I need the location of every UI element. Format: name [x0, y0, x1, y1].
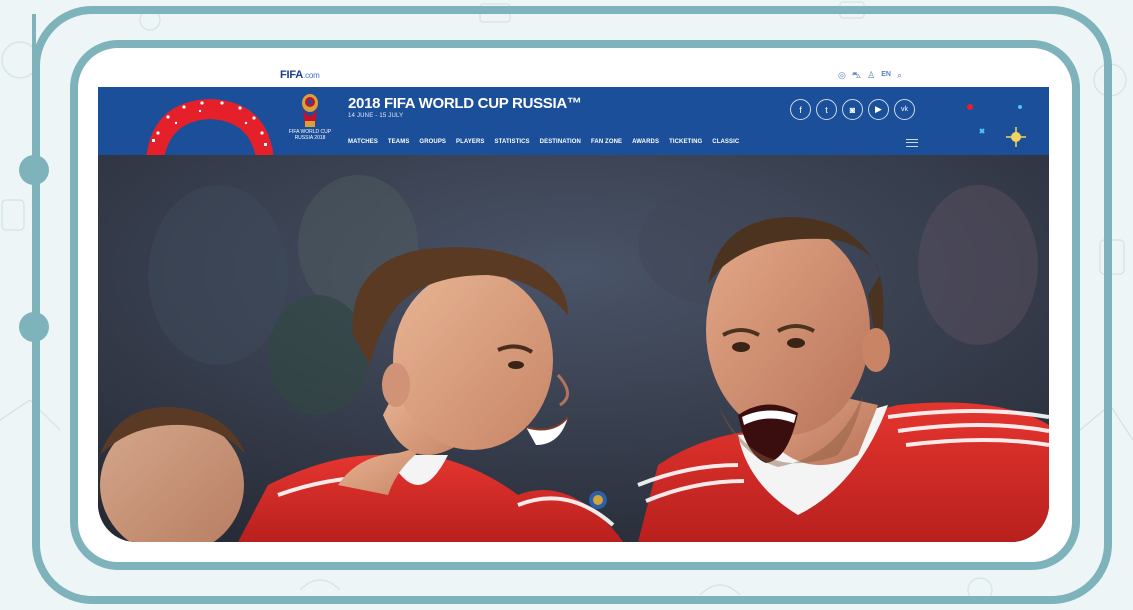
- nav-item-classic[interactable]: CLASSIC: [712, 139, 739, 145]
- decorative-stars: [967, 104, 1026, 147]
- cart-icon[interactable]: ⛍: [852, 69, 861, 81]
- nav-item-ticketing[interactable]: TICKETING: [669, 139, 702, 145]
- fifa-com-logo[interactable]: FIFA.com: [280, 69, 320, 81]
- nav-item-awards[interactable]: AWARDS: [632, 139, 659, 145]
- frame-connector: [32, 14, 36, 155]
- nav-item-destination[interactable]: DESTINATION: [540, 139, 581, 145]
- nav-item-players[interactable]: PLAYERS: [456, 139, 485, 145]
- fifa-logo-suffix: .com: [303, 71, 320, 80]
- nav-item-statistics[interactable]: STATISTICS: [495, 139, 530, 145]
- language-selector[interactable]: EN: [881, 69, 891, 81]
- nav-item-matches[interactable]: MATCHES: [348, 139, 378, 145]
- trophy-emblem-icon: [302, 94, 318, 127]
- world-cup-emblem[interactable]: FIFA WORLD CUP RUSSIA 2018: [284, 93, 336, 149]
- nav-item-teams[interactable]: TEAMS: [388, 139, 410, 145]
- nav-item-groups[interactable]: GROUPS: [419, 139, 446, 145]
- instagram-icon[interactable]: ◙: [842, 99, 863, 120]
- frame-dot-top: [19, 155, 49, 185]
- hero-photo: [98, 155, 1049, 542]
- search-icon[interactable]: ⌕: [897, 69, 902, 81]
- emblem-caption: FIFA WORLD CUP RUSSIA 2018: [288, 129, 332, 141]
- frame-dot-bottom: [19, 312, 49, 342]
- top-utility-bar: FIFA.com ◎ ⛍ ♙ EN ⌕: [98, 65, 1049, 87]
- user-icon[interactable]: ♙: [867, 69, 875, 81]
- twitter-icon[interactable]: t: [816, 99, 837, 120]
- celebrating-players-image: [98, 155, 1049, 542]
- youtube-icon[interactable]: ▶: [868, 99, 889, 120]
- globe-icon[interactable]: ◎: [838, 69, 846, 81]
- website-screen: FIFA.com ◎ ⛍ ♙ EN ⌕ FIFA WORLD CUP RUSSI…: [98, 65, 1049, 542]
- main-navigation: MATCHES TEAMS GROUPS PLAYERS STATISTICS …: [348, 139, 739, 145]
- vk-icon[interactable]: vk: [894, 99, 915, 120]
- site-header: FIFA WORLD CUP RUSSIA 2018 2018 FIFA WOR…: [98, 87, 1049, 159]
- page-title: 2018 FIFA WORLD CUP RUSSIA™: [348, 95, 582, 112]
- fifa-logo-text: FIFA: [280, 69, 304, 81]
- nav-item-fan-zone[interactable]: FAN ZONE: [591, 139, 622, 145]
- utility-icons: ◎ ⛍ ♙ EN ⌕: [838, 69, 902, 81]
- social-links: f t ◙ ▶ vk: [790, 99, 915, 120]
- facebook-icon[interactable]: f: [790, 99, 811, 120]
- menu-hamburger-icon[interactable]: [906, 139, 918, 147]
- decorative-red-arch: [146, 99, 274, 159]
- tournament-dates: 14 JUNE - 15 JULY: [348, 113, 404, 119]
